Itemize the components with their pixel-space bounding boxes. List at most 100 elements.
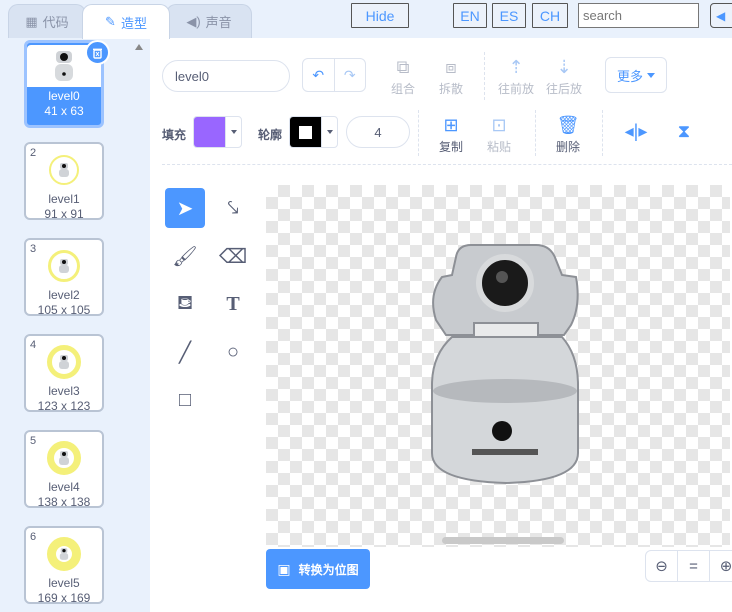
rectangle-tool[interactable]: □ (165, 380, 205, 420)
more-label: 更多 (616, 68, 643, 84)
fill-color-picker[interactable] (193, 116, 242, 148)
select-tool[interactable]: ➤ (165, 188, 205, 228)
lang-es-button[interactable]: ES (492, 3, 526, 28)
eraser-icon: ⌫ (218, 245, 248, 268)
costume-thumbnail (44, 150, 84, 190)
circle-tool[interactable]: ○ (213, 332, 253, 372)
costume-size: 105 x 105 (37, 303, 91, 317)
paste-label: 粘贴 (486, 140, 511, 154)
flip-vertical-icon: ⧗ (677, 121, 691, 141)
fill-tool[interactable]: ⛾ (165, 284, 205, 324)
tab-code[interactable]: ▦ 代码 (8, 4, 86, 38)
delete-label: 删除 (555, 140, 580, 154)
brush-icon: ✎ (105, 14, 116, 29)
flip-horizontal-button[interactable]: ◂|▸ (616, 118, 656, 144)
convert-label: 转换为位图 (298, 562, 359, 577)
lang-en-button[interactable]: EN (453, 3, 487, 28)
outline-swatch (290, 117, 321, 147)
costume-item-4[interactable]: 4 level3 123 x 123 (24, 334, 104, 413)
costume-number: 6 (30, 531, 37, 543)
hide-button[interactable]: Hide (351, 3, 409, 28)
costume-item-2[interactable]: 2 level1 91 x 91 (24, 142, 104, 221)
tab-sounds[interactable]: ◀) 声音 (166, 4, 252, 38)
reshape-icon: ⤥ (227, 196, 239, 219)
camera-sprite-image (431, 244, 579, 485)
tab-code-label: 代码 (42, 15, 69, 30)
copy-button[interactable]: ⊞ 复制 (431, 112, 471, 155)
costume-item-6[interactable]: 6 level5 169 x 169 (24, 526, 104, 605)
undo-icon[interactable]: ↶ (303, 59, 335, 91)
outline-label: 轮廓 (258, 128, 283, 142)
costume-item-5[interactable]: 5 level4 138 x 138 (24, 430, 104, 509)
group-label: 组合 (390, 82, 415, 96)
canvas-horizontal-scrollbar[interactable] (442, 537, 564, 544)
costume-name: level5 (48, 576, 80, 590)
costume-name: level0 (48, 89, 80, 103)
chevron-down-icon (321, 117, 337, 147)
costume-name-input[interactable]: level0 (162, 60, 290, 92)
divider (535, 110, 536, 156)
tab-costumes[interactable]: ✎ 造型 (82, 4, 170, 39)
costume-number: 2 (30, 147, 37, 159)
paint-editor: level0 ↶ ↷ ⧉ 组合 ⧈ 拆散 ⇡ 往前放 ⇣ 往后放 更多 填充 轮… (150, 38, 732, 612)
forward-label: 往前放 (497, 82, 534, 96)
backward-button[interactable]: ⇣ 往后放 (542, 54, 586, 97)
costume-thumbnail (44, 438, 84, 478)
delete-costume-icon[interactable] (85, 40, 110, 65)
convert-to-bitmap-button[interactable]: ▣ 转换为位图 (266, 549, 370, 589)
zoom-out-icon[interactable]: ⊖ (646, 551, 678, 581)
circle-icon: ○ (226, 340, 240, 363)
scroll-up-icon[interactable] (135, 44, 143, 50)
toolbar-divider (162, 164, 732, 165)
outline-color-picker[interactable] (289, 116, 338, 148)
flip-vertical-button[interactable]: ⧗ (664, 118, 704, 144)
divider (484, 52, 485, 100)
costume-item-3[interactable]: 3 level2 105 x 105 (24, 238, 104, 317)
brush-tool[interactable]: 🖌 (165, 236, 205, 276)
costume-thumbnail (44, 534, 84, 574)
more-menu[interactable]: 更多 (605, 57, 667, 93)
costume-number: 3 (30, 243, 37, 255)
costume-size: 138 x 138 (37, 495, 91, 509)
text-tool[interactable]: T (213, 284, 253, 324)
line-icon: ╱ (178, 341, 192, 364)
reshape-tool[interactable]: ⤥ (213, 188, 253, 228)
text-icon: T (226, 292, 240, 315)
group-icon: ⧉ (396, 57, 410, 77)
zoom-reset-button[interactable]: = (678, 551, 710, 581)
costume-size: 91 x 91 (44, 207, 84, 221)
copy-icon: ⊞ (443, 115, 459, 135)
costume-size: 123 x 123 (37, 399, 91, 413)
fullscreen-icon[interactable]: ◀ (710, 3, 732, 28)
outline-width-input[interactable]: 4 (346, 116, 410, 148)
ungroup-button[interactable]: ⧈ 拆散 (431, 54, 471, 97)
delete-button[interactable]: 🗑 删除 (548, 112, 588, 155)
costume-name: level4 (48, 480, 80, 494)
chevron-down-icon (647, 72, 655, 78)
ungroup-icon: ⧈ (445, 57, 457, 77)
undo-redo-group: ↶ ↷ (302, 58, 366, 92)
forward-button[interactable]: ⇡ 往前放 (494, 54, 538, 97)
paste-icon: ⊡ (491, 115, 507, 135)
fill-swatch (194, 117, 225, 147)
costume-number: 5 (30, 435, 37, 447)
divider (418, 110, 419, 156)
costume-thumbnail (44, 246, 84, 286)
paint-bucket-icon: ⛾ (176, 291, 194, 314)
costume-name: level1 (48, 192, 80, 206)
zoom-controls: ⊖ = ⊕ (645, 550, 732, 582)
chevron-down-icon (225, 117, 241, 147)
redo-icon[interactable]: ↷ (335, 59, 366, 91)
zoom-in-icon[interactable]: ⊕ (710, 551, 732, 581)
eraser-tool[interactable]: ⌫ (213, 236, 253, 276)
costume-name: level3 (48, 384, 80, 398)
line-tool[interactable]: ╱ (165, 332, 205, 372)
paste-button[interactable]: ⊡ 粘贴 (479, 112, 519, 155)
costume-list-scrollbar[interactable] (128, 38, 150, 612)
search-input[interactable]: search (578, 3, 699, 28)
tab-costumes-label: 造型 (120, 15, 147, 31)
drawing-canvas[interactable] (266, 185, 730, 547)
group-button[interactable]: ⧉ 组合 (383, 54, 423, 97)
lang-ch-button[interactable]: CH (532, 3, 568, 28)
backward-label: 往后放 (545, 82, 582, 96)
